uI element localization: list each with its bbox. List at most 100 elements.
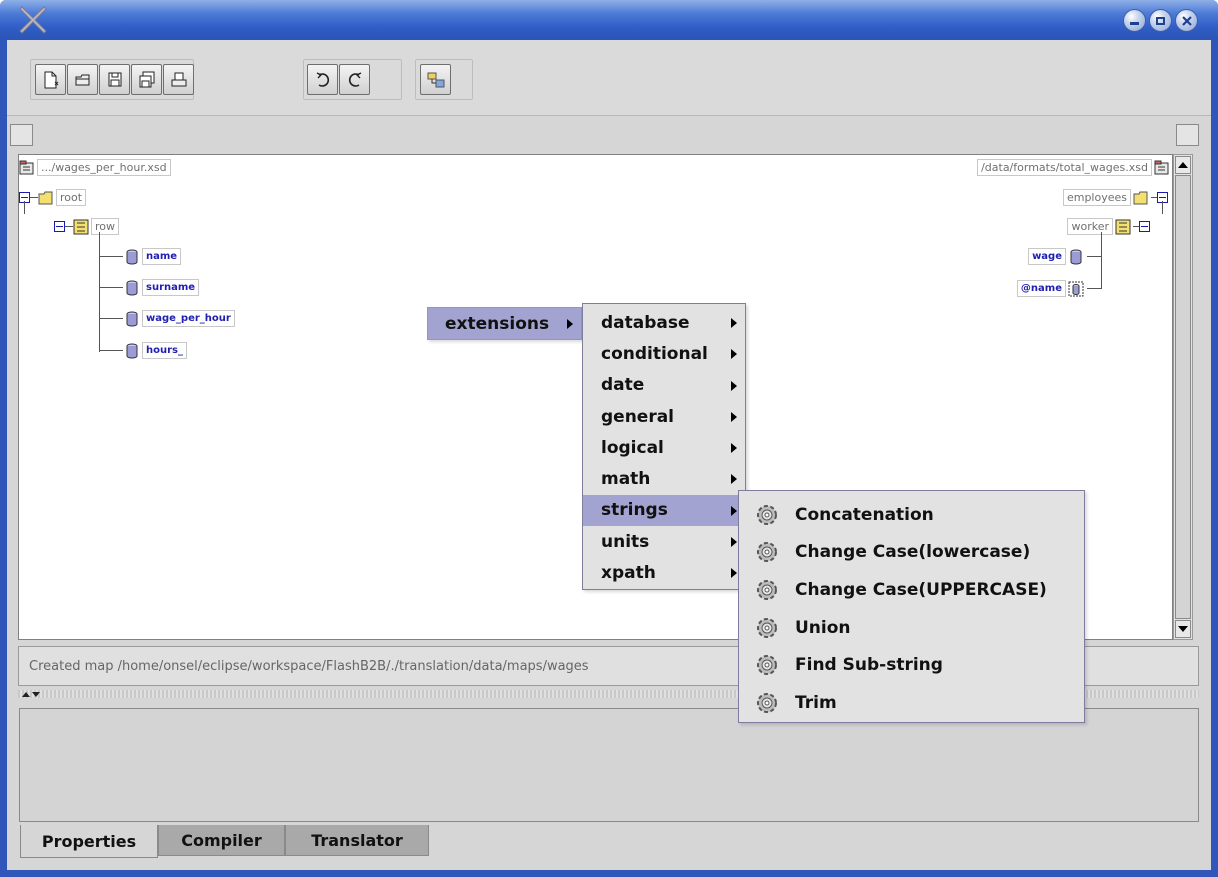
save-icon	[108, 72, 122, 87]
submenu-arrow-icon	[731, 349, 737, 360]
gear-icon	[757, 617, 777, 638]
source-field-node[interactable]: hours_	[124, 342, 187, 359]
tree-connector	[24, 201, 25, 214]
menu-item-find-substring[interactable]: Find Sub-string	[739, 646, 1084, 684]
scroll-down-button[interactable]	[1175, 620, 1191, 638]
close-icon	[1181, 15, 1192, 26]
submenu-arrow-icon	[731, 505, 737, 516]
tree-connector	[99, 318, 123, 319]
target-root-label: employees	[1062, 189, 1131, 206]
print-button[interactable]	[163, 64, 194, 95]
tree-connector	[1101, 232, 1102, 289]
close-button[interactable]	[1175, 9, 1198, 32]
menu-item-label: Change Case(lowercase)	[795, 542, 1031, 563]
arrow-up-icon	[1178, 162, 1188, 168]
menu-item-concatenation[interactable]: Concatenation	[739, 496, 1084, 534]
source-field-node[interactable]: surname	[124, 279, 200, 296]
source-root-node[interactable]: root	[19, 189, 87, 206]
menu-item-general[interactable]: general	[583, 401, 745, 432]
field-icon	[1070, 249, 1082, 264]
source-field-node[interactable]: wage_per_hour	[124, 310, 235, 327]
maximize-button[interactable]	[1149, 9, 1172, 32]
collapse-toggle-icon[interactable]	[1139, 221, 1150, 232]
map-button[interactable]	[420, 64, 451, 95]
menu-item-database[interactable]: database	[583, 307, 745, 338]
menu-item-label: logical	[601, 437, 664, 458]
properties-panel	[19, 708, 1199, 822]
target-row-label: worker	[1067, 218, 1113, 235]
open-button[interactable]	[67, 64, 98, 95]
source-row-label: row	[91, 218, 120, 235]
submenu-arrow-icon	[567, 319, 573, 329]
field-icon	[126, 249, 138, 264]
splitter-arrows-icon[interactable]	[20, 690, 44, 698]
menu-item-math[interactable]: math	[583, 463, 745, 494]
repeating-element-icon	[73, 219, 89, 234]
menu-item-conditional[interactable]: conditional	[583, 338, 745, 369]
schema-file-icon	[19, 160, 34, 174]
menu-item-union[interactable]: Union	[739, 609, 1084, 647]
undo-button[interactable]	[307, 64, 338, 95]
menu-item-change-case-lowercase[interactable]: Change Case(lowercase)	[739, 534, 1084, 572]
menu-item-label: Find Sub-string	[795, 655, 943, 676]
new-button[interactable]	[35, 64, 66, 95]
save-button[interactable]	[99, 64, 130, 95]
menu-item-units[interactable]: units	[583, 526, 745, 557]
redo-button[interactable]	[339, 64, 370, 95]
menu-item-label: units	[601, 531, 650, 552]
gear-icon	[757, 504, 777, 525]
menu-item-label: Concatenation	[795, 504, 934, 525]
left-panel-toggle[interactable]	[10, 124, 33, 146]
source-field-node[interactable]: name	[124, 248, 182, 265]
tab-properties[interactable]: Properties	[20, 825, 158, 858]
toolbar	[7, 40, 1211, 116]
tab-compiler[interactable]: Compiler	[158, 825, 285, 856]
source-field-label: wage_per_hour	[142, 310, 235, 327]
scroll-up-button[interactable]	[1175, 156, 1191, 174]
scrollbar-thumb[interactable]	[1175, 175, 1191, 619]
submenu-arrow-icon	[731, 474, 737, 485]
gear-icon	[757, 692, 777, 713]
menu-item-strings[interactable]: strings	[583, 494, 745, 527]
right-panel-toggle[interactable]	[1176, 124, 1199, 146]
target-row-node[interactable]: worker	[1067, 218, 1150, 235]
target-field-node[interactable]: wage	[1028, 248, 1086, 265]
submenu-arrow-icon	[731, 443, 737, 454]
title-bar[interactable]	[0, 0, 1218, 40]
editor-header-strip	[7, 118, 1211, 154]
menu-item-extensions[interactable]: extensions	[428, 308, 581, 340]
folder-icon	[1133, 191, 1148, 204]
field-icon	[126, 343, 138, 358]
gear-icon	[757, 542, 777, 563]
submenu-arrow-icon	[731, 568, 737, 579]
arrow-down-icon	[1178, 626, 1188, 632]
vertical-scrollbar[interactable]	[1173, 154, 1193, 640]
menu-item-label: Change Case(UPPERCASE)	[795, 579, 1047, 600]
attribute-icon	[1068, 281, 1084, 296]
tab-translator[interactable]: Translator	[285, 825, 429, 856]
save-all-button[interactable]	[131, 64, 162, 95]
tree-connector	[1087, 256, 1102, 257]
menu-item-label: conditional	[601, 343, 708, 364]
target-root-node[interactable]: employees	[1062, 189, 1168, 206]
source-row-node[interactable]: row	[54, 218, 120, 235]
redo-icon	[348, 72, 362, 87]
tree-connector	[1162, 201, 1163, 214]
target-attribute-node[interactable]: @name	[1016, 280, 1086, 297]
repeating-element-icon	[1115, 219, 1131, 234]
menu-item-xpath[interactable]: xpath	[583, 557, 745, 588]
strings-submenu: Concatenation Change Case(lowercase) Cha…	[738, 490, 1085, 723]
minimize-button[interactable]	[1123, 9, 1146, 32]
field-icon	[126, 280, 138, 295]
menu-item-label: Union	[795, 617, 851, 638]
menu-item-logical[interactable]: logical	[583, 432, 745, 463]
save-all-icon	[139, 71, 155, 88]
source-field-label: hours_	[142, 342, 187, 359]
menu-item-change-case-uppercase[interactable]: Change Case(UPPERCASE)	[739, 571, 1084, 609]
collapse-toggle-icon[interactable]	[54, 221, 65, 232]
tree-connector	[99, 350, 123, 351]
menu-item-label: math	[601, 469, 651, 490]
menu-item-date[interactable]: date	[583, 370, 745, 401]
source-schema-header: .../wages_per_hour.xsd	[19, 159, 171, 176]
menu-item-trim[interactable]: Trim	[739, 684, 1084, 722]
